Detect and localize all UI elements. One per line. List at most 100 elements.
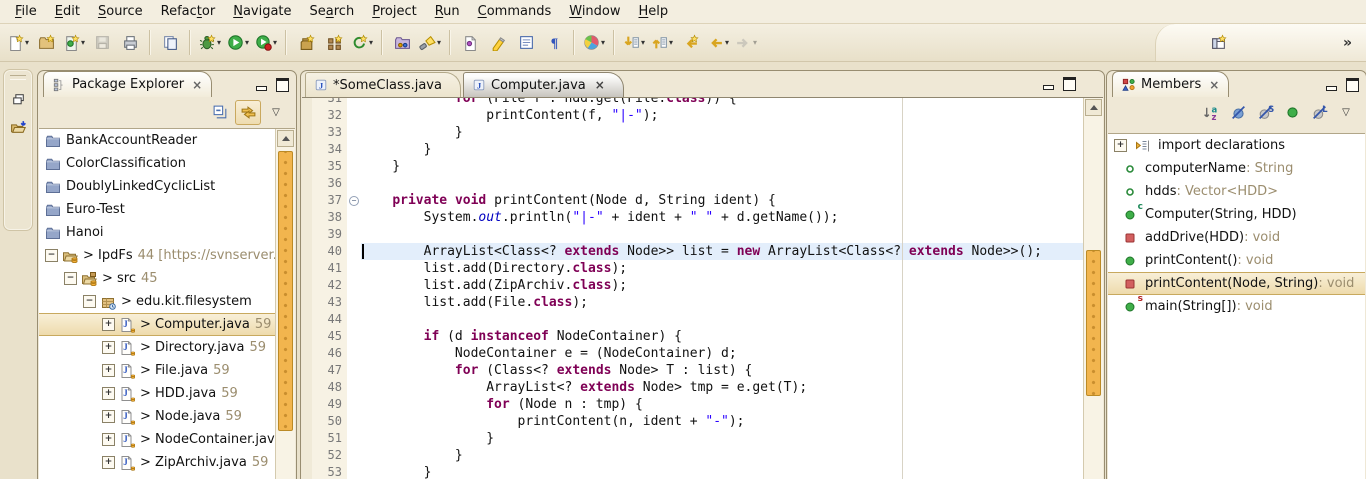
member-item-import-declarations[interactable]: +import declarations — [1108, 134, 1365, 157]
menu-item-source[interactable]: Source — [89, 1, 152, 22]
line-number[interactable]: 33 — [312, 124, 347, 141]
member-item-adddrive[interactable]: addDrive(HDD) : void — [1108, 226, 1365, 249]
new-wizard-button[interactable]: ▾ — [4, 29, 32, 57]
marker-bar-cell[interactable] — [302, 175, 312, 192]
restore-views-button[interactable] — [7, 88, 29, 110]
scrollbar-thumb[interactable] — [278, 151, 293, 431]
code-text[interactable]: NodeContainer e = (NodeContainer) d; — [361, 345, 1084, 362]
code-line-40[interactable]: 40 ArrayList<Class<? extends Node>> list… — [302, 243, 1084, 260]
code-line-41[interactable]: 41 list.add(Directory.class); — [302, 260, 1084, 277]
line-number[interactable]: 39 — [312, 226, 347, 243]
tree-item-node-java[interactable]: +J> Node.java59 — [39, 405, 276, 428]
new-plugin-button[interactable] — [320, 29, 348, 57]
code-line-36[interactable]: 36 — [302, 175, 1084, 192]
fold-bar-cell[interactable] — [347, 464, 361, 479]
line-number[interactable]: 35 — [312, 158, 347, 175]
code-text[interactable]: for (Class<? extends Node> T : list) { — [361, 362, 1084, 379]
marker-bar-cell[interactable] — [302, 124, 312, 141]
create-jar-button[interactable] — [292, 29, 320, 57]
fold-bar-cell[interactable] — [347, 124, 361, 141]
editor-scrollbar[interactable] — [1083, 98, 1103, 479]
code-text[interactable]: ArrayList<? extends Node> tmp = e.get(T)… — [361, 379, 1084, 396]
line-number[interactable]: 51 — [312, 430, 347, 447]
code-line-49[interactable]: 49 for (Node n : tmp) { — [302, 396, 1084, 413]
marker-bar-cell[interactable] — [302, 192, 312, 209]
members-close-icon[interactable]: × — [1209, 78, 1219, 92]
fold-bar-cell[interactable] — [347, 294, 361, 311]
code-text[interactable]: ArrayList<Class<? extends Node>> list = … — [361, 243, 1084, 260]
editor-content[interactable]: 31 for (File f : hdd.get(File.class)) { 3… — [302, 97, 1103, 479]
member-item-computername[interactable]: computerName : String — [1108, 157, 1365, 180]
menu-item-run[interactable]: Run — [426, 1, 469, 22]
pe-view-menu-button[interactable]: ▽ — [264, 101, 288, 124]
line-number[interactable]: 45 — [312, 328, 347, 345]
code-text[interactable]: System.out.println("|-" + ident + " " + … — [361, 209, 1084, 226]
refresh-button[interactable]: ▾ — [348, 29, 376, 57]
line-number[interactable]: 52 — [312, 447, 347, 464]
members-show-public-only-button[interactable] — [1280, 101, 1304, 124]
code-text[interactable] — [361, 311, 1084, 328]
tree-item-hdd-java[interactable]: +J> HDD.java59 — [39, 382, 276, 405]
line-number[interactable]: 40 — [312, 243, 347, 260]
tree-item-edu-kit-filesystem[interactable]: −> edu.kit.filesystem — [39, 290, 276, 313]
editor-minimize-button[interactable] — [1043, 85, 1054, 90]
fold-bar-cell[interactable] — [347, 175, 361, 192]
code-text[interactable]: if (d instanceof NodeContainer) { — [361, 328, 1084, 345]
fold-collapse-icon[interactable]: − — [349, 196, 359, 206]
code-text[interactable]: for (Node n : tmp) { — [361, 396, 1084, 413]
tree-item-computer-java[interactable]: +J> Computer.java59 — [39, 313, 276, 336]
marker-bar-cell[interactable] — [302, 107, 312, 124]
menu-item-commands[interactable]: Commands — [469, 1, 561, 22]
line-number[interactable]: 50 — [312, 413, 347, 430]
toolbar-overflow-chevron[interactable]: » — [1343, 35, 1352, 51]
members-view-menu-button[interactable]: ▽ — [1334, 101, 1358, 124]
line-number[interactable]: 31 — [312, 97, 347, 107]
fold-bar-cell[interactable] — [347, 243, 361, 260]
menu-item-window[interactable]: Window — [560, 1, 629, 22]
expand-toggle[interactable]: + — [102, 456, 115, 469]
code-text[interactable] — [361, 226, 1084, 243]
code-line-50[interactable]: 50 printContent(n, ident + "-"); — [302, 413, 1084, 430]
code-text[interactable]: } — [361, 141, 1084, 158]
code-line-51[interactable]: 51 } — [302, 430, 1084, 447]
new-project-button[interactable] — [32, 29, 60, 57]
marker-bar-cell[interactable] — [302, 97, 312, 107]
code-text[interactable]: list.add(File.class); — [361, 294, 1084, 311]
tree-item-hanoi[interactable]: Hanoi — [39, 221, 276, 244]
member-item-printcontent-node-string[interactable]: printContent(Node, String) : void — [1108, 272, 1365, 295]
members-hide-fields-button[interactable] — [1226, 101, 1250, 124]
menu-item-search[interactable]: Search — [301, 1, 364, 22]
line-number[interactable]: 43 — [312, 294, 347, 311]
fold-bar-cell[interactable] — [347, 328, 361, 345]
new-class-button[interactable]: ▾ — [60, 29, 88, 57]
line-number[interactable]: 32 — [312, 107, 347, 124]
code-line-52[interactable]: 52 } — [302, 447, 1084, 464]
menu-item-navigate[interactable]: Navigate — [224, 1, 300, 22]
open-type-button[interactable] — [388, 29, 416, 57]
code-text[interactable]: for (File f : hdd.get(File.class)) { — [361, 97, 1084, 107]
member-item-hdds[interactable]: hdds : Vector<HDD> — [1108, 180, 1365, 203]
marker-bar-cell[interactable] — [302, 209, 312, 226]
marker-bar-cell[interactable] — [302, 226, 312, 243]
fast-view-project-button[interactable] — [7, 116, 29, 138]
tree-item-nodecontainer-java[interactable]: +J> NodeContainer.java — [39, 428, 276, 451]
fold-bar-cell[interactable] — [347, 97, 361, 107]
marker-bar-cell[interactable] — [302, 260, 312, 277]
fold-bar-cell[interactable] — [347, 362, 361, 379]
code-text[interactable]: } — [361, 124, 1084, 141]
marker-bar-cell[interactable] — [302, 277, 312, 294]
code-text[interactable]: list.add(ZipArchiv.class); — [361, 277, 1084, 294]
expand-toggle[interactable]: + — [102, 318, 115, 331]
package-explorer-close-icon[interactable]: × — [192, 78, 202, 92]
line-number[interactable]: 47 — [312, 362, 347, 379]
marker-bar-cell[interactable] — [302, 413, 312, 430]
pe-link-with-editor-button[interactable] — [235, 100, 261, 125]
show-source-button[interactable] — [512, 29, 540, 57]
expand-toggle[interactable]: − — [64, 272, 77, 285]
mark-occurrences-button[interactable] — [456, 29, 484, 57]
code-line-43[interactable]: 43 list.add(File.class); — [302, 294, 1084, 311]
members-tab[interactable]: Members × — [1112, 71, 1229, 97]
highlight-button[interactable] — [484, 29, 512, 57]
code-text[interactable]: } — [361, 158, 1084, 175]
expand-toggle[interactable]: + — [1114, 139, 1127, 152]
